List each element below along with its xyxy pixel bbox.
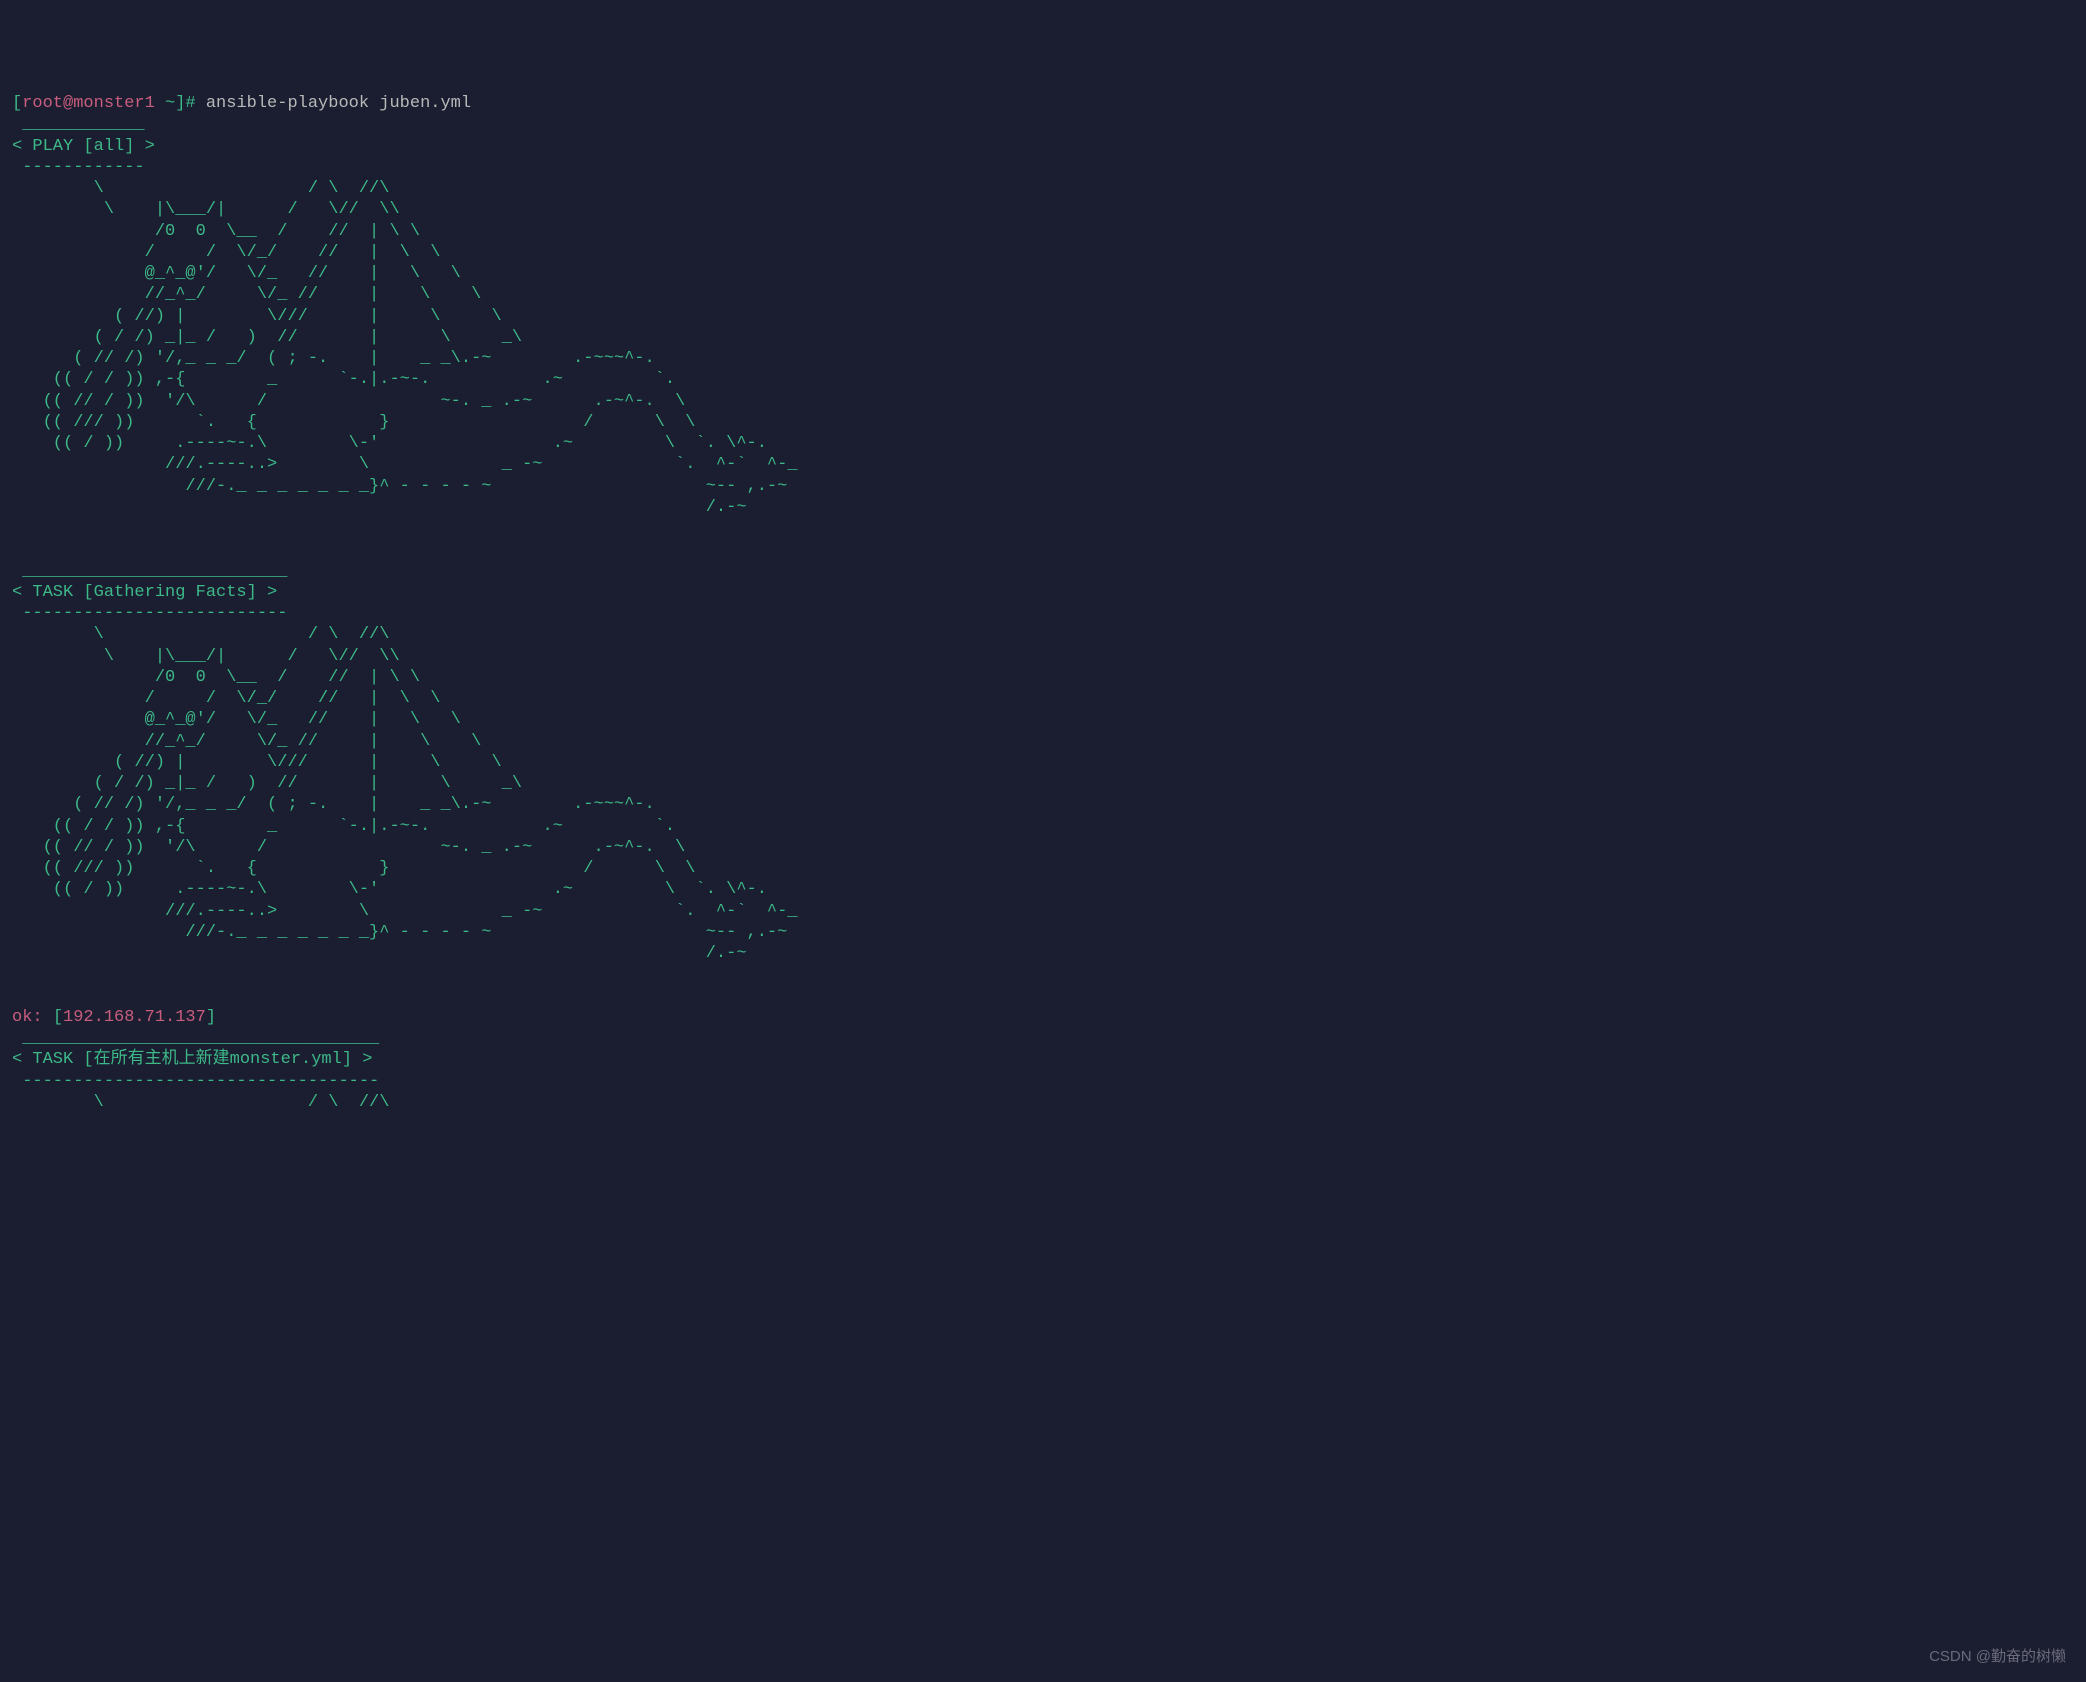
play-border-top: ____________	[12, 115, 145, 134]
ok-label: ok:	[12, 1008, 43, 1027]
prompt-line: [root@monster1 ~]# ansible-playbook jube…	[12, 94, 471, 113]
task-gathering-border-bottom: --------------------------	[12, 604, 287, 623]
prompt-open-bracket: [	[12, 94, 22, 113]
prompt-user-host: root@monster1	[22, 94, 155, 113]
terminal-output: [root@monster1 ~]# ansible-playbook jube…	[12, 93, 2074, 1113]
result-close-bracket: ]	[206, 1008, 216, 1027]
play-border-bottom: ------------	[12, 158, 145, 177]
result-open-bracket: [	[53, 1008, 63, 1027]
task-gathering-border-top: __________________________	[12, 562, 287, 581]
watermark-text: CSDN @勤奋的树懒	[1929, 1648, 2066, 1667]
task-gathering-cow-art: \ / \ //\ \ |\___/| / \// \\ /0 0 \__ / …	[12, 625, 798, 963]
command-text: ansible-playbook juben.yml	[206, 94, 471, 113]
task-monster-header: < TASK [在所有主机上新建monster.yml] >	[12, 1050, 372, 1069]
prompt-close-bracket: ]#	[175, 94, 206, 113]
task-monster-cow-partial: \ / \ //\	[12, 1093, 389, 1112]
task-gathering-header: < TASK [Gathering Facts] >	[12, 583, 277, 602]
prompt-path: ~	[155, 94, 175, 113]
result-ip: 192.168.71.137	[63, 1008, 206, 1027]
result-line: ok: [192.168.71.137]	[12, 1008, 216, 1027]
task-monster-border-bottom: -----------------------------------	[12, 1072, 379, 1091]
task-monster-border-top: ___________________________________	[12, 1029, 379, 1048]
play-cow-art: \ / \ //\ \ |\___/| / \// \\ /0 0 \__ / …	[12, 179, 798, 517]
play-header: < PLAY [all] >	[12, 137, 155, 156]
result-space	[43, 1008, 53, 1027]
